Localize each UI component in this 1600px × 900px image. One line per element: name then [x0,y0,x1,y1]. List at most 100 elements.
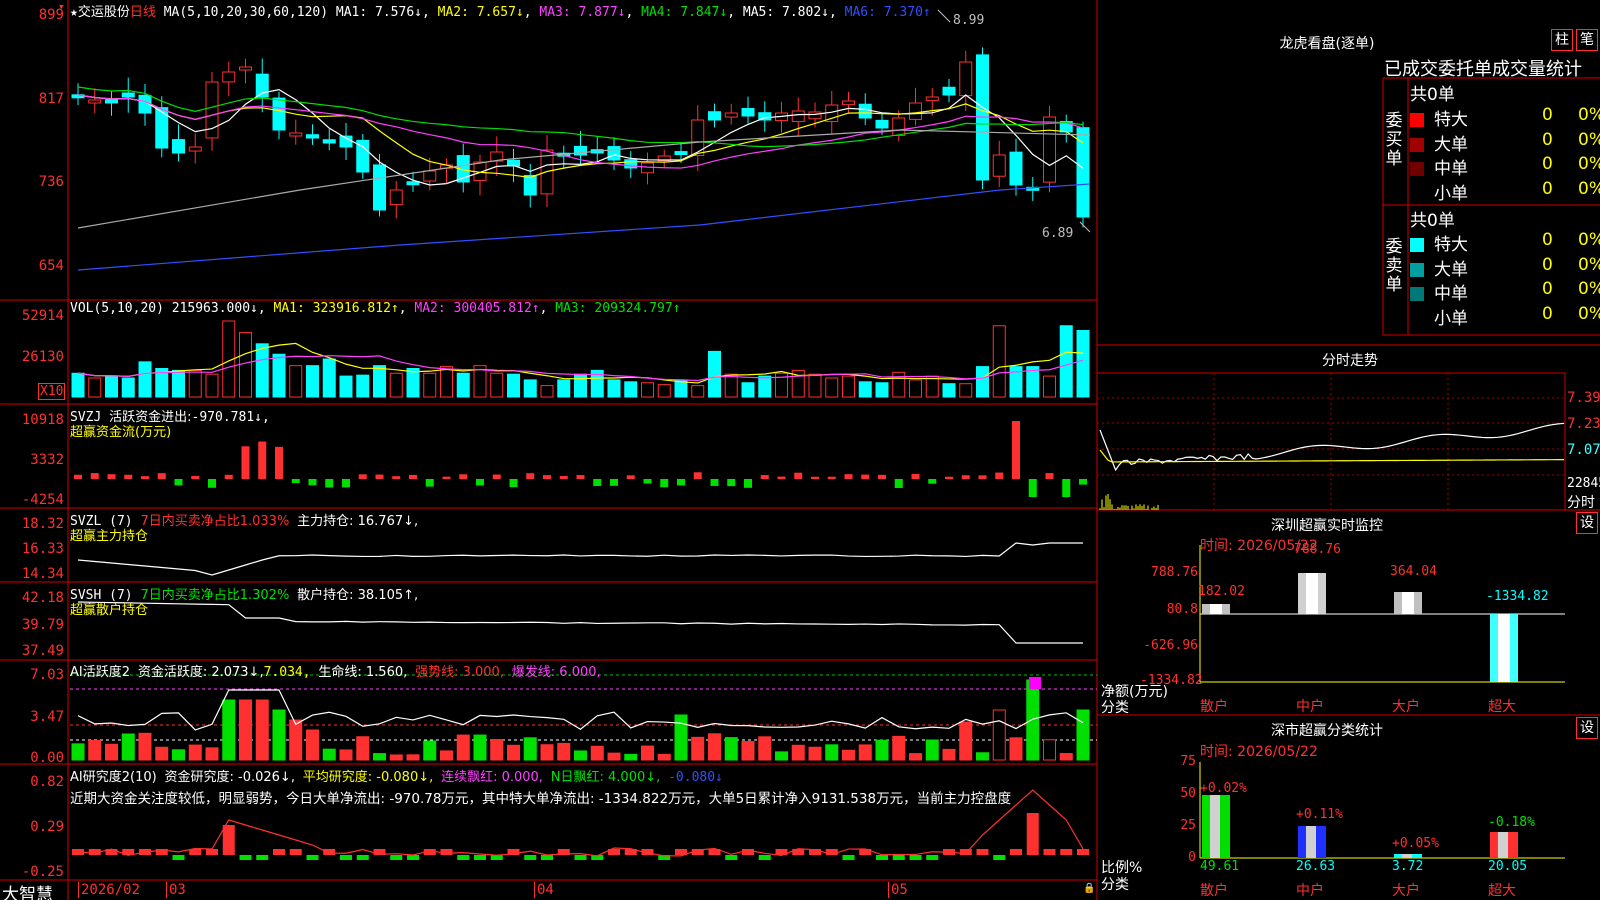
volume-bar [1076,330,1090,398]
activity-bar [272,709,286,761]
flow-bar [794,472,803,479]
order-count: 0 [1542,129,1553,150]
classify-time: 时间: 2026/05/22 [1200,744,1318,760]
flow-bar [1062,479,1071,497]
color-swatch [1410,113,1424,127]
classify-value: 26.63 [1296,859,1336,874]
period-label[interactable]: 日线 [130,5,156,20]
ai2-a: 资金研究度: -0.026↓, [164,770,295,785]
svzl-sub: 超赢主力持仓 [70,529,149,544]
order-count: 0 [1542,230,1553,250]
lhb-title: 龙虎看盘(逐单) [1279,36,1375,52]
research-bar [1026,813,1039,855]
flow-bar [1028,479,1037,497]
research-bar [289,849,302,855]
sell-row-2: 中单 0 0% [1410,279,1600,304]
activity-bar [121,733,135,761]
activity-bar [1059,753,1073,761]
activity-bar [724,737,738,761]
activity-bar [490,739,504,761]
ma3-value: MA3: 7.877↓ [539,5,626,20]
classify-settings-button[interactable]: 设 [1576,717,1598,739]
research-bar [1010,849,1022,855]
monitor-bar-value: 182.02 [1198,584,1245,599]
volume-bar [992,325,1006,398]
research-bar [474,855,486,860]
activity-bar [440,750,453,761]
activity-bar [741,741,755,761]
low-annotation: 6.89 [1042,226,1074,241]
candle-body [641,162,654,174]
flow-bar [409,474,417,479]
monitor-category: 中户 [1296,699,1324,715]
volume-bar [708,350,721,398]
activity-bar [339,749,353,761]
date-label: 03 [166,882,186,898]
ai1-axis-label: 0.00 [30,750,64,766]
order-type: 特大 [1434,110,1468,130]
order-count: 0 [1542,279,1553,299]
activity-bar [322,748,336,761]
monitor-bar-shine [1210,604,1222,614]
tick-mode-button[interactable]: 笔 [1576,29,1598,51]
activity-bar [172,749,185,761]
monitor-bar-value: 364.04 [1390,564,1437,579]
ai1-c: 生命线: 1.560, [318,665,408,680]
ai1-header: AI活跃度2 资金活跃度: 2.073↓,7.034, 生命线: 1.560, … [70,661,601,680]
candle-body [791,110,805,122]
flow-bar [710,479,719,486]
order-type: 小单 [1434,308,1468,329]
vol-axis-label: 26130 [21,349,64,365]
activity-bar [356,736,370,761]
flow-bar [911,473,920,479]
price-line [1099,422,1565,472]
research-bar [892,855,905,860]
classify-axis-label: 75 [1180,754,1196,769]
monitor-settings-button[interactable]: 设 [1576,512,1598,534]
monitor-bar-value: -1334.82 [1486,589,1549,604]
buy-side-label: 委买单 [1385,111,1403,169]
flow-bar [827,476,836,479]
candle-body [188,146,202,152]
research-bar [440,849,453,855]
activity-bar [691,736,705,761]
volume-bar [858,381,872,398]
price-axis-label: 736 [38,174,64,190]
ai1-e: 爆发线: 6.000, [511,665,601,680]
monitor-title: 深圳超赢实时监控 [1271,518,1383,534]
candle-body [1009,151,1023,186]
activity-bar [758,736,772,761]
vol-ma3: MA3: 209324.797↑ [555,301,681,316]
order-pct: 0% [1578,178,1600,199]
candle-body [942,86,956,96]
order-type: 大单 [1434,259,1468,280]
activity-bar [138,732,152,761]
price-axis-label: 817 [38,91,64,107]
volume-bar [373,365,386,398]
svzj-axis-label: -4254 [21,492,64,508]
star-icon[interactable]: ★ [70,5,78,20]
svzl-ratio: 7日内买卖净占比1.033% [140,514,290,529]
volume-bar [724,373,738,398]
volume-bar [875,382,889,398]
lock-icon[interactable]: 🔒 [1083,883,1095,894]
ma1-value: MA1: 7.576↓ [335,5,422,20]
flow-bar [241,446,250,479]
bar-mode-button[interactable]: 柱 [1551,29,1573,51]
activity-bar [791,744,805,761]
high-annotation: 8.99 [953,13,985,28]
monitor-axis-label: 80.8 [1166,602,1198,617]
price-axis-label: 654 [38,258,64,274]
order-type: 大单 [1434,134,1468,155]
volume-bar [892,371,906,398]
order-pct: 0% [1578,129,1600,150]
volume-bar [574,373,587,398]
flow-bar [677,479,685,486]
date-label: 2026/02 [78,882,140,898]
fenshi-vol-label: 22845 [1567,476,1600,491]
svsh-ratio: 7日内买卖净占比1.302% [140,588,290,603]
vol-unit-badge[interactable]: X10 [38,383,66,400]
flow-bar [208,479,216,488]
fenshi-axis-label: 7.07 [1567,442,1600,458]
activity-bar [607,752,621,761]
